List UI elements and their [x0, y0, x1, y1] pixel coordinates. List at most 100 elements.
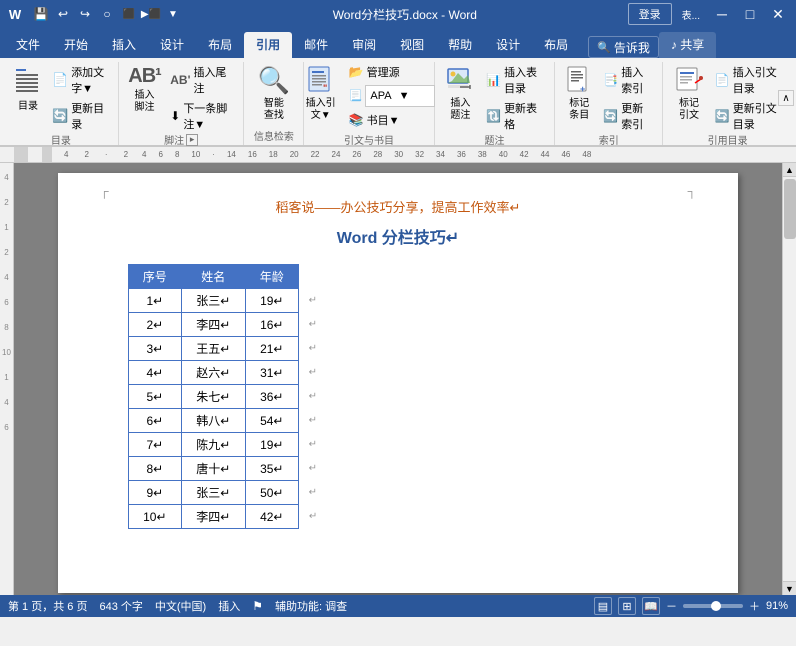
- table-row: 5↵朱七↵36↵↵: [129, 385, 328, 409]
- insert-toa-label: 插入引文目录: [733, 64, 782, 96]
- mark-entry-button[interactable]: + 标记 条目: [561, 62, 597, 125]
- minimize-button[interactable]: ─: [710, 4, 734, 24]
- options-button[interactable]: 表...: [676, 5, 706, 24]
- tab-layout[interactable]: 布局: [196, 32, 244, 58]
- tab-references[interactable]: 引用: [244, 32, 292, 58]
- tab-table-design[interactable]: 设计: [484, 32, 532, 58]
- input-mode[interactable]: 插入: [218, 598, 240, 614]
- toc-button[interactable]: 目录: [10, 62, 46, 116]
- table-cell-4-0: 5↵: [129, 385, 182, 409]
- redo-qa-icon[interactable]: ↪: [76, 5, 94, 23]
- view-read-button[interactable]: 📖: [642, 597, 660, 615]
- status-bar: 第 1 页，共 6 页 643 个字 中文(中国) 插入 ⚑ 辅助功能: 调查 …: [0, 595, 796, 617]
- doc-area: ┌ ┐ 稻客说——办公技巧分享，提高工作效率↵ Word 分栏技巧↵ 序号 姓名…: [14, 163, 782, 595]
- view-normal-button[interactable]: ▤: [594, 597, 612, 615]
- insert-footnote-button[interactable]: AB¹ 插入脚注: [125, 62, 164, 117]
- doc-title: Word 分栏技巧↵: [128, 224, 668, 248]
- smart-lookup-label: 智能 查找: [264, 98, 284, 122]
- language[interactable]: 中文(中国): [155, 598, 206, 614]
- tab-mailings[interactable]: 邮件: [292, 32, 340, 58]
- ribbon-collapse-button[interactable]: ∧: [778, 90, 794, 106]
- mark-citation-button[interactable]: 标记引文: [669, 62, 708, 125]
- insert-index-label: 插入索引: [621, 64, 652, 96]
- mark-citation-label: 标记引文: [674, 98, 703, 122]
- share-button[interactable]: ♪ 共享: [659, 32, 716, 58]
- add-text-button[interactable]: 📄 添加文字▼: [48, 62, 112, 98]
- zoom-plus-button[interactable]: ＋: [749, 598, 760, 614]
- insert-toa-button[interactable]: 📄 插入引文目录: [711, 62, 786, 98]
- bibliography-button[interactable]: 📚 书目▼: [345, 110, 440, 130]
- table-cell-6-2: 19↵: [245, 433, 298, 457]
- tab-home[interactable]: 开始: [52, 32, 100, 58]
- update-index-icon: 🔄: [603, 109, 618, 123]
- qa-extra1[interactable]: ○: [98, 5, 116, 23]
- tab-insert[interactable]: 插入: [100, 32, 148, 58]
- word-count[interactable]: 643 个字: [99, 598, 142, 614]
- insert-table-of-figures-button[interactable]: 📊 插入表目录: [482, 62, 548, 98]
- close-button[interactable]: ✕: [766, 4, 790, 24]
- insert-index-button[interactable]: 📑 插入索引: [599, 62, 656, 98]
- title-bar-left: W 💾 ↩ ↪ ○ ⬛ ▶⬛ ▼: [6, 5, 182, 23]
- login-button[interactable]: 登录: [628, 3, 672, 25]
- qa-extra3[interactable]: ▶⬛: [142, 5, 160, 23]
- save-qa-icon[interactable]: 💾: [32, 5, 50, 23]
- insert-caption-button[interactable]: 插入题注: [441, 62, 480, 125]
- update-toc-icon: 🔄: [52, 108, 68, 124]
- maximize-button[interactable]: □: [738, 4, 762, 24]
- scroll-down-button[interactable]: ▼: [783, 581, 796, 595]
- citation-label: 插入引文▼: [304, 98, 338, 122]
- group-index-content: + 标记 条目 📑 插入索引 🔄 更新索引: [561, 62, 656, 130]
- table-cell-0-0: 1↵: [129, 289, 182, 313]
- tab-file[interactable]: 文件: [4, 32, 52, 58]
- group-smart-lookup: 🔍 智能 查找 信息检索: [244, 62, 304, 145]
- zoom-slider[interactable]: [683, 604, 743, 608]
- table-cell-5-1: 韩八↵: [181, 409, 245, 433]
- insert-citation-button[interactable]: " 插入引文▼: [299, 62, 343, 125]
- manage-sources-button[interactable]: 📂 管理源: [345, 62, 440, 82]
- smart-lookup-button[interactable]: 🔍 智能 查找: [251, 62, 297, 125]
- zoom-slider-thumb[interactable]: [711, 601, 721, 611]
- table-row: 9↵张三↵50↵↵: [129, 481, 328, 505]
- next-footnote-button[interactable]: ⬇ 下一条脚注▼: [166, 98, 237, 134]
- scroll-thumb[interactable]: [784, 179, 796, 239]
- tab-table-layout[interactable]: 布局: [532, 32, 580, 58]
- tab-design[interactable]: 设计: [148, 32, 196, 58]
- tab-review[interactable]: 审阅: [340, 32, 388, 58]
- update-table-button[interactable]: 🔃 更新表格: [482, 98, 548, 134]
- update-toa-button[interactable]: 🔄 更新引文目录: [711, 98, 786, 134]
- table-cell-3-1: 赵六↵: [181, 361, 245, 385]
- qa-extra2[interactable]: ⬛: [120, 5, 138, 23]
- tab-view[interactable]: 视图: [388, 32, 436, 58]
- accessibility-label[interactable]: 辅助功能: 调查: [275, 598, 347, 614]
- zoom-level[interactable]: 91%: [766, 600, 788, 612]
- status-right: ▤ ⊞ 📖 － ＋ 91%: [594, 597, 788, 615]
- table-cell-marker: ↵: [298, 457, 327, 481]
- endnote-label: 插入尾注: [193, 64, 233, 96]
- index-icon: 📑: [603, 73, 618, 87]
- ruler: 4 2 · 2 4 6 8 10 · 14 16 18 20 22 24 26 …: [0, 147, 796, 163]
- zoom-minus-button[interactable]: －: [666, 598, 677, 614]
- update-index-button[interactable]: 🔄 更新索引: [599, 98, 656, 134]
- table-cell-9-1: 李四↵: [181, 505, 245, 529]
- qa-dropdown[interactable]: ▼: [164, 5, 182, 23]
- table-cell-marker: ↵: [298, 385, 327, 409]
- tab-search[interactable]: 🔍 告诉我: [588, 36, 659, 58]
- update-toc-button[interactable]: 🔄 更新目录: [48, 98, 112, 134]
- footnote-sub-buttons: AB' 插入尾注 ⬇ 下一条脚注▼: [166, 62, 237, 130]
- table-cell-marker: ↵: [298, 337, 327, 361]
- undo-qa-icon[interactable]: ↩: [54, 5, 72, 23]
- tab-help[interactable]: 帮助: [436, 32, 484, 58]
- style-select[interactable]: APA ▼: [365, 85, 435, 107]
- view-layout-button[interactable]: ⊞: [618, 597, 636, 615]
- ruler-mark: 4: [4, 273, 8, 282]
- right-scrollbar[interactable]: ▲ ▼: [782, 163, 796, 595]
- footnotes-expand-icon[interactable]: ▸: [186, 134, 198, 146]
- app-icon: W: [6, 5, 24, 23]
- style-dropdown-button[interactable]: 📃 APA ▼: [345, 83, 440, 109]
- group-toa-content: 标记引文 📄 插入引文目录 🔄 更新引文目录: [669, 62, 786, 130]
- group-smart-lookup-content: 🔍 智能 查找: [251, 62, 297, 126]
- table-cell-4-1: 朱七↵: [181, 385, 245, 409]
- page-info[interactable]: 第 1 页，共 6 页: [8, 598, 87, 614]
- insert-endnote-button[interactable]: AB' 插入尾注: [166, 62, 237, 98]
- scroll-up-button[interactable]: ▲: [783, 163, 796, 177]
